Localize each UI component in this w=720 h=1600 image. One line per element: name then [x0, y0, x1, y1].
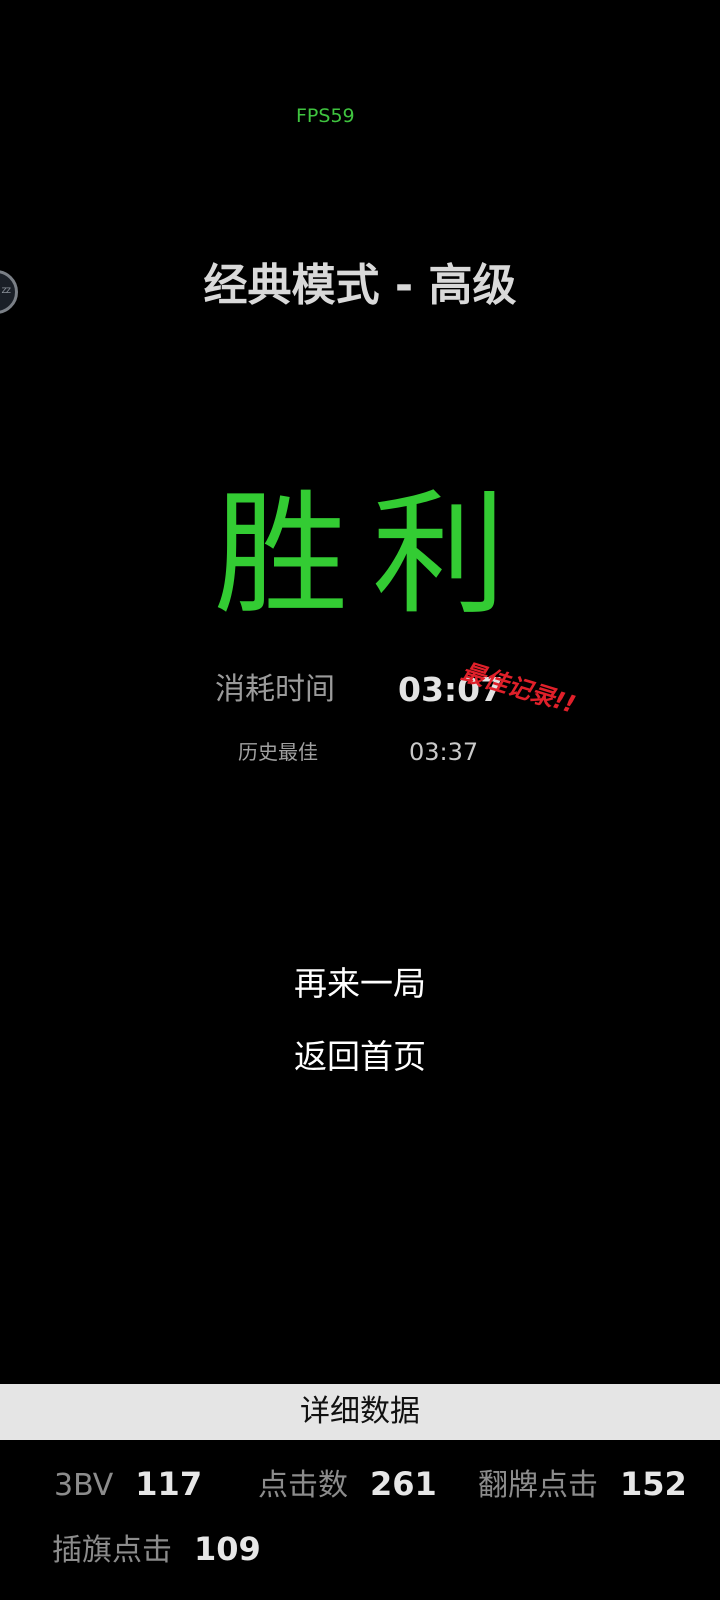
result-text: 胜利 — [213, 477, 530, 633]
best-record-badge: 最佳记录!! — [457, 657, 579, 719]
stat-label: 3BV — [54, 1468, 114, 1503]
history-best-label: 历史最佳 — [238, 740, 318, 764]
stat-value: 117 — [135, 1465, 203, 1503]
stat-reveal-clicks: 翻牌点击 152 — [478, 1462, 687, 1512]
stat-value: 261 — [370, 1465, 437, 1503]
history-best-value: 03:37 — [409, 738, 479, 766]
stat-label: 插旗点击 — [52, 1533, 172, 1568]
back-home-button[interactable]: 返回首页 — [0, 1035, 720, 1079]
details-header[interactable]: 详细数据 — [0, 1384, 720, 1440]
stat-label: 点击数 — [258, 1468, 348, 1503]
play-again-button[interactable]: 再来一局 — [0, 962, 720, 1006]
stat-clicks: 点击数 261 — [258, 1462, 437, 1512]
stat-label: 翻牌点击 — [478, 1468, 598, 1503]
stat-flag-clicks: 插旗点击 109 — [52, 1527, 261, 1577]
stat-value: 152 — [620, 1465, 687, 1503]
stat-value: 109 — [194, 1530, 261, 1568]
game-mode-title: 经典模式 - 高级 — [203, 260, 517, 311]
stat-3bv: 3BV 117 — [54, 1462, 202, 1512]
fps-counter: FPS59 — [296, 105, 355, 127]
elapsed-time-label: 消耗时间 — [215, 672, 335, 707]
